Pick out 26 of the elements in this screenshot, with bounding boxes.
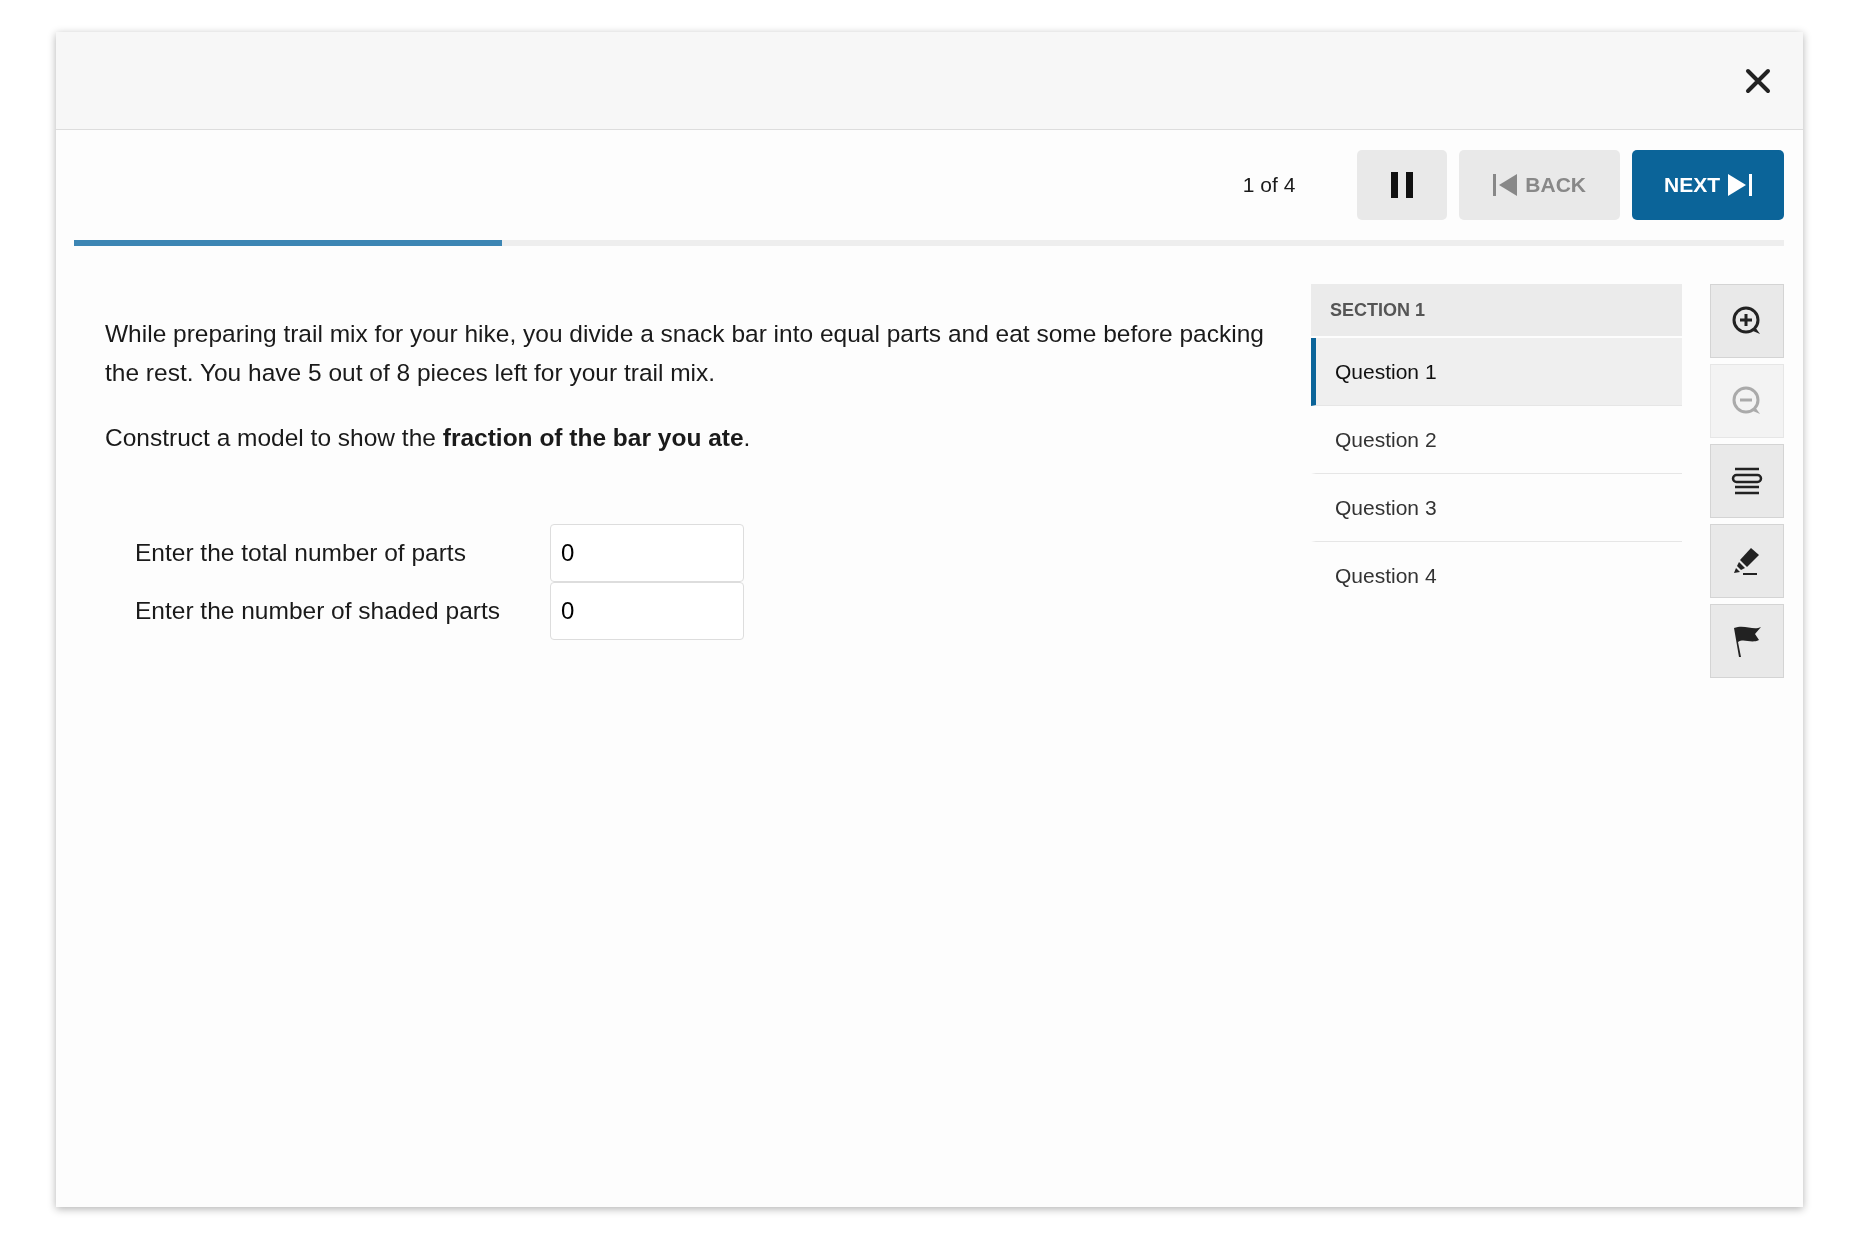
pause-icon — [1391, 172, 1414, 198]
next-button[interactable]: NEXT — [1632, 150, 1784, 220]
question-nav-item[interactable]: Question 2 — [1311, 406, 1682, 474]
question-nav-item[interactable]: Question 3 — [1311, 474, 1682, 542]
flag-button[interactable] — [1710, 604, 1784, 678]
question-text: Construct a model to show the fraction of the bar you ate. — [105, 423, 752, 454]
skip-forward-icon — [1728, 174, 1752, 196]
line-reader-icon — [1731, 467, 1763, 495]
question-text: While preparing trail mix for your hike, you divide a snack bar into equal parts and eat some before packing the rest. You have 5 out of 8 pieces left for your trail mix. — [105, 319, 1265, 389]
zoom-out-icon — [1731, 385, 1763, 417]
field-label: Enter the total number of parts — [135, 537, 467, 568]
page-counter: 1 of 4 — [1242, 172, 1296, 199]
skip-back-icon — [1493, 174, 1518, 196]
highlighter-button[interactable] — [1710, 524, 1784, 598]
section-header: SECTION 1 — [1311, 284, 1682, 336]
question-nav-item[interactable]: Question 4 — [1311, 542, 1682, 610]
number-input[interactable]: 0 — [550, 581, 744, 640]
pause-button[interactable] — [1357, 150, 1448, 220]
zoom-in-icon — [1731, 305, 1763, 337]
line-reader-button[interactable] — [1710, 444, 1784, 518]
number-input[interactable]: 0 — [550, 523, 744, 582]
zoom-in-button[interactable] — [1710, 284, 1784, 358]
field-label: Enter the number of shaded parts — [135, 595, 501, 626]
question-nav-item[interactable]: Question 1 — [1311, 338, 1682, 406]
flag-icon — [1731, 624, 1763, 658]
close-icon[interactable] — [1745, 67, 1771, 94]
